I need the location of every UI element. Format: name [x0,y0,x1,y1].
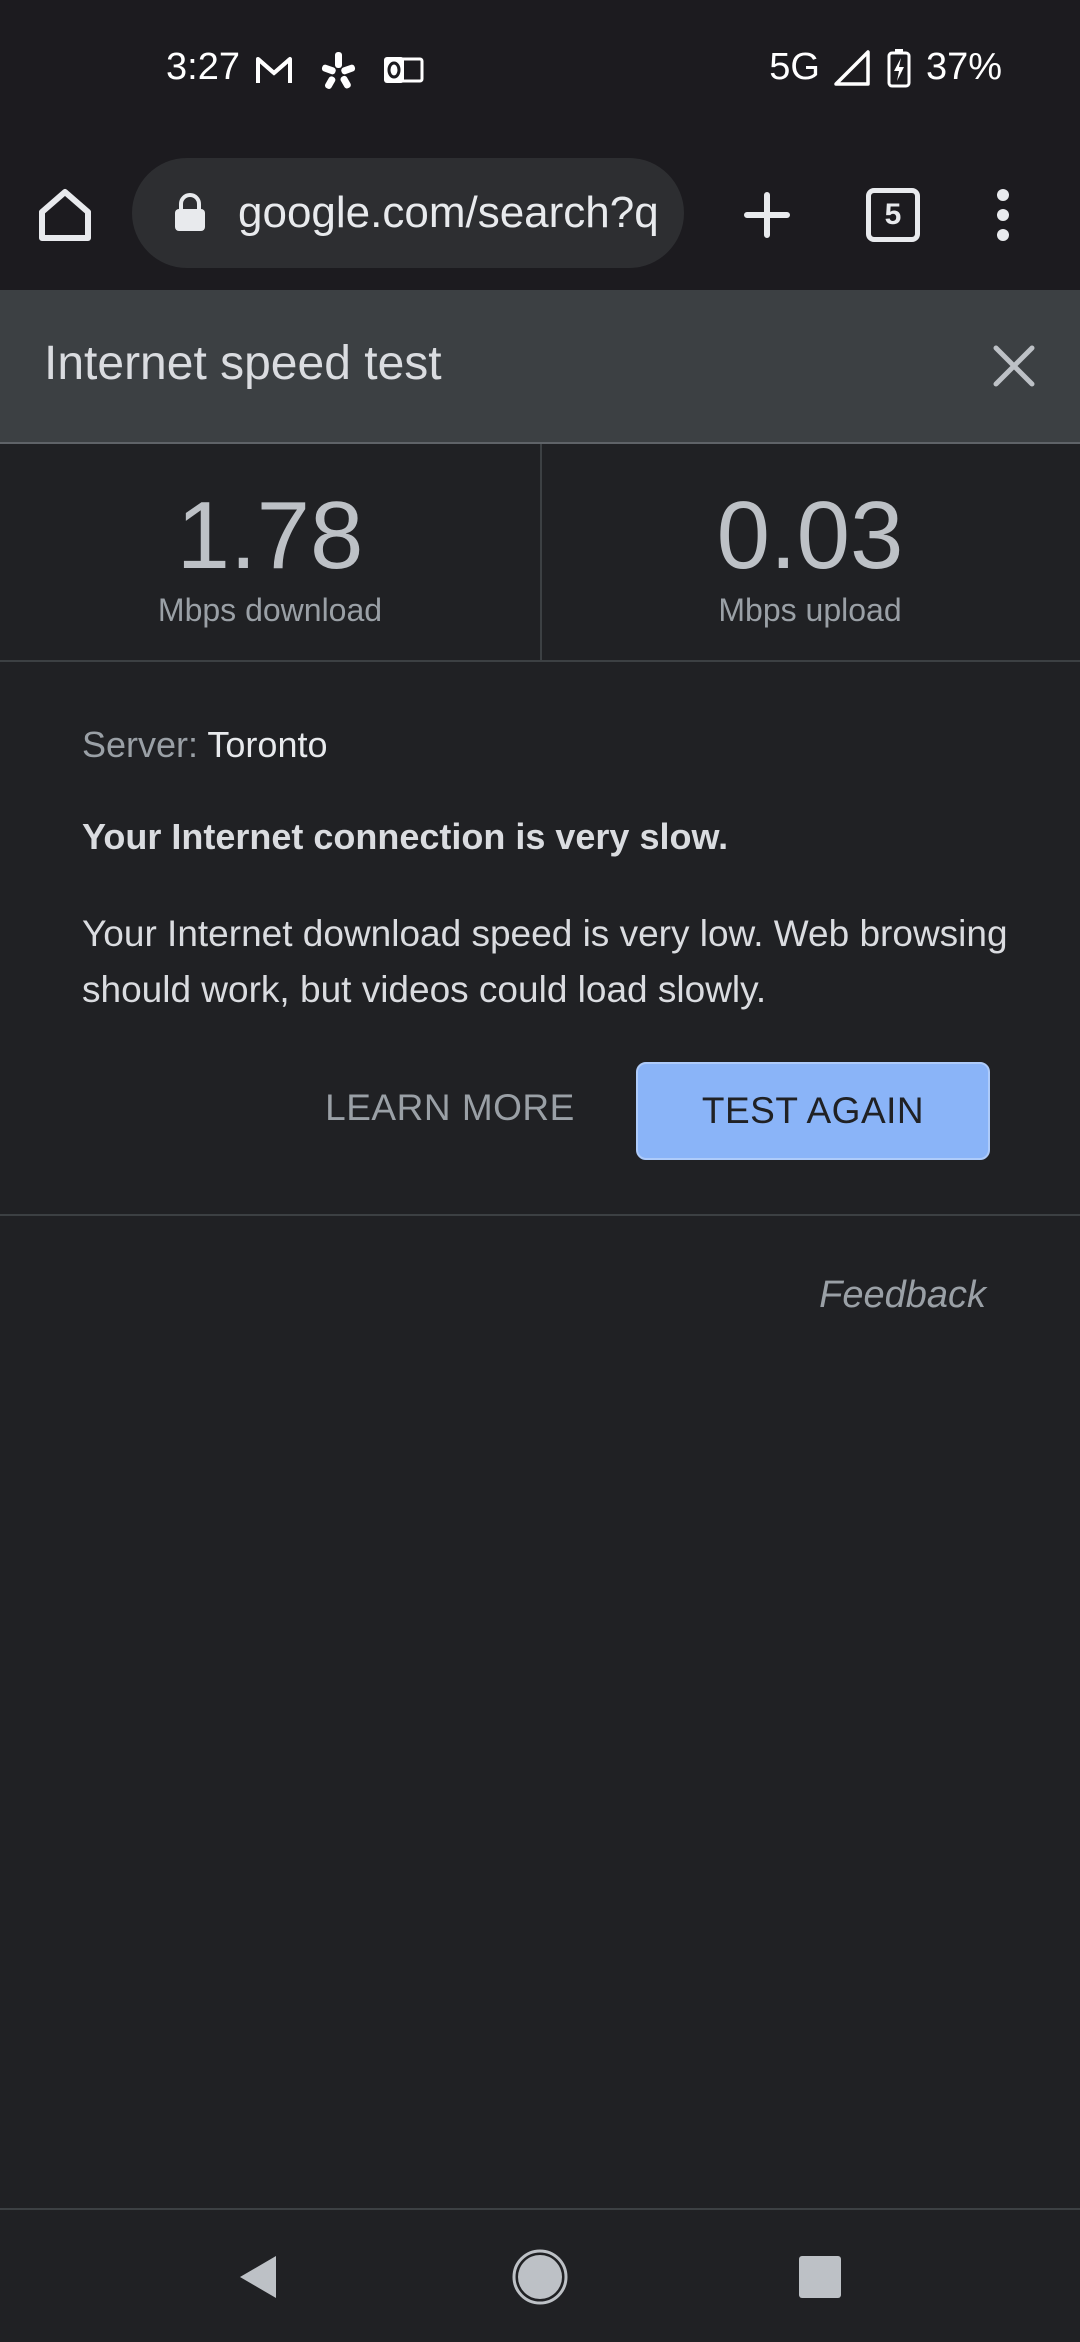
divider [0,1214,1080,1216]
gmail-icon [256,57,292,83]
outlook-icon [384,57,424,83]
tab-switcher-button[interactable]: 5 [848,170,938,260]
battery-charging-icon [887,48,911,87]
browser-toolbar: google.com/search?q 5 [0,140,1080,290]
back-button[interactable] [222,2242,292,2312]
close-button[interactable] [982,334,1046,398]
server-info: Server: Toronto [82,724,327,766]
lock-icon [175,193,205,231]
battery-level: 37% [925,46,1002,88]
tab-count: 5 [866,188,920,242]
server-label: Server: [82,724,199,765]
page-title: Internet speed test [44,337,442,390]
notification-icons [254,50,424,90]
recents-icon [799,2256,841,2298]
download-result: 1.78 Mbps download [0,444,542,660]
status-bar: 3:27 5G 37% [0,0,1080,140]
upload-result: 0.03 Mbps upload [540,444,1080,660]
home-circle-icon [512,2249,568,2305]
home-icon [39,189,91,241]
home-button[interactable] [34,184,96,246]
status-time: 3:27 [166,46,240,88]
speed-test-header: Internet speed test [0,290,1080,444]
upload-label: Mbps upload [718,592,902,628]
new-tab-button[interactable] [722,170,812,260]
menu-button[interactable] [958,170,1048,260]
plus-icon [744,192,790,238]
upload-value: 0.03 [716,482,904,589]
close-icon [993,345,1035,387]
download-value: 1.78 [176,482,364,589]
speed-results: 1.78 Mbps download 0.03 Mbps upload [0,444,1080,662]
more-vert-icon [997,189,1009,241]
signal-icon [834,49,870,86]
connection-description: Your Internet download speed is very low… [82,913,1008,1010]
url-text: google.com/search?q [238,188,659,237]
download-label: Mbps download [157,592,383,628]
back-icon [240,2256,276,2298]
recents-button[interactable] [785,2242,855,2312]
address-bar[interactable]: google.com/search?q [132,158,684,268]
status-right: 5G 37% [769,46,1002,89]
network-type: 5G [769,46,820,88]
learn-more-button[interactable]: LEARN MORE [320,1068,580,1148]
system-nav-bar [0,2208,1080,2342]
feedback-link[interactable]: Feedback [819,1274,986,1317]
server-value: Toronto [207,724,328,765]
connection-verdict: Your Internet connection is very slow. [82,816,729,857]
yelp-icon [321,52,356,89]
test-again-button[interactable]: TEST AGAIN [636,1062,990,1160]
home-nav-button[interactable] [505,2242,575,2312]
